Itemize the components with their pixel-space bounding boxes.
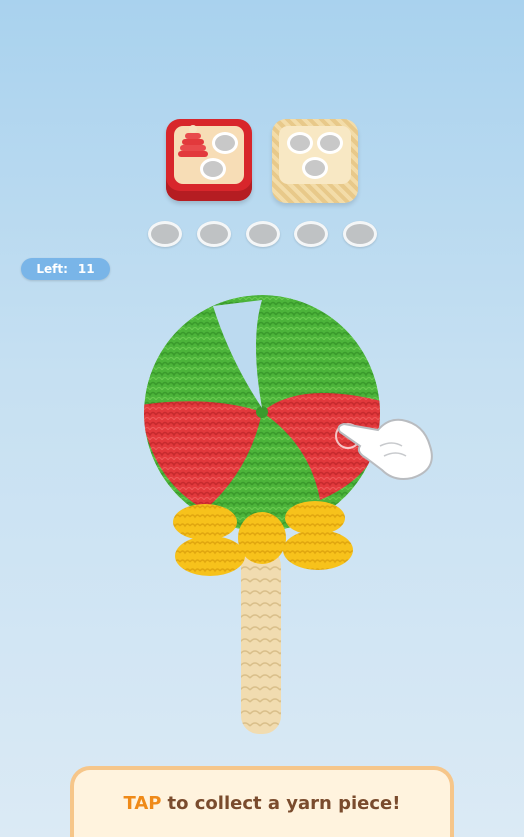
hint-keyword: TAP (123, 793, 162, 814)
tutorial-hint-banner: TAP to collect a yarn piece! (70, 766, 454, 837)
lollipop-head[interactable] (140, 295, 385, 531)
lollipop-stick[interactable] (241, 548, 281, 734)
hint-text: to collect a yarn piece! (167, 793, 401, 814)
yarn-lollipop (140, 295, 433, 734)
